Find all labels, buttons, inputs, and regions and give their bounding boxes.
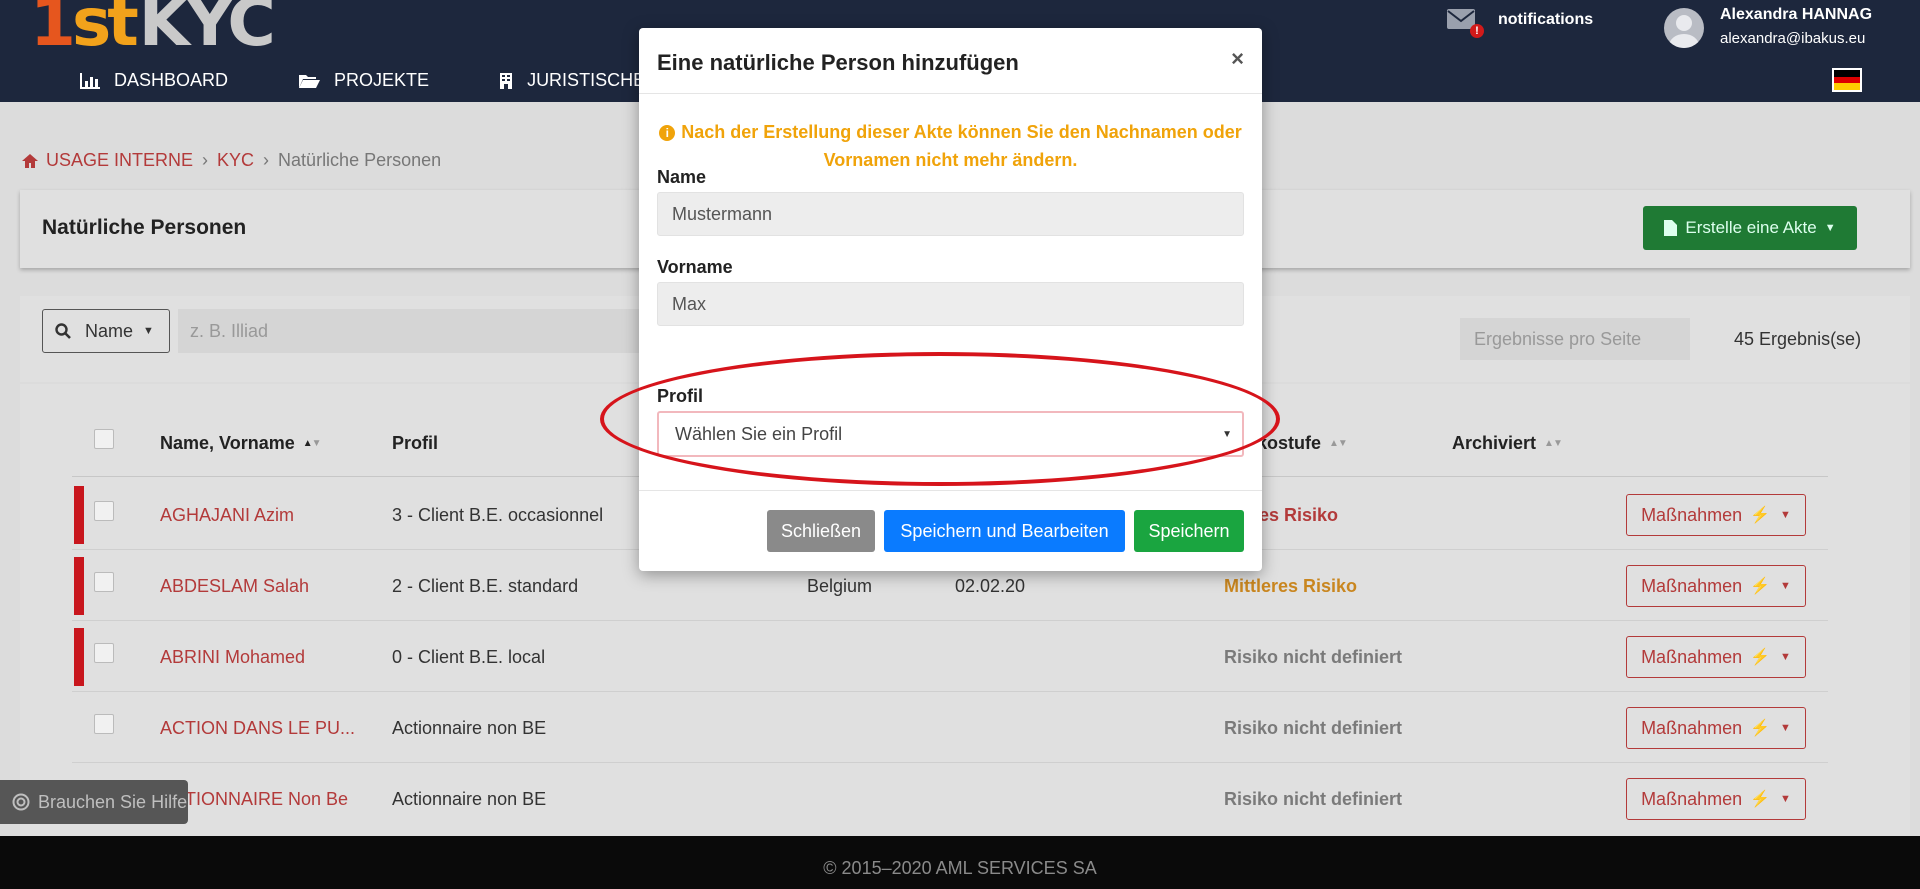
profile-field-label: Profil <box>657 386 704 406</box>
firstname-field-label: Vorname <box>657 257 733 277</box>
profile-select[interactable]: Wählen Sie ein Profil ▼ <box>657 411 1244 457</box>
dialog-title: Eine natürliche Person hinzufügen <box>657 50 1019 75</box>
firstname-field[interactable] <box>657 282 1244 326</box>
close-button[interactable]: Schließen <box>767 510 875 552</box>
dialog-footer-divider <box>639 490 1262 491</box>
close-icon[interactable]: × <box>1231 46 1244 72</box>
chevron-down-icon: ▼ <box>1222 428 1232 440</box>
name-field-label: Name <box>657 167 707 187</box>
info-icon: i <box>659 125 676 141</box>
dialog-header: Eine natürliche Person hinzufügen × <box>639 28 1262 94</box>
profile-select-value: Wählen Sie ein Profil <box>675 423 843 444</box>
save-and-edit-button[interactable]: Speichern und Bearbeiten <box>884 510 1125 552</box>
warning-message: i Nach der Erstellung dieser Akte können … <box>659 118 1242 174</box>
name-field[interactable] <box>657 192 1244 236</box>
save-button[interactable]: Speichern <box>1134 510 1244 552</box>
warning-text: Nach der Erstellung dieser Akte können S… <box>681 122 1242 170</box>
add-natural-person-dialog: Eine natürliche Person hinzufügen × i Nac… <box>639 28 1262 571</box>
